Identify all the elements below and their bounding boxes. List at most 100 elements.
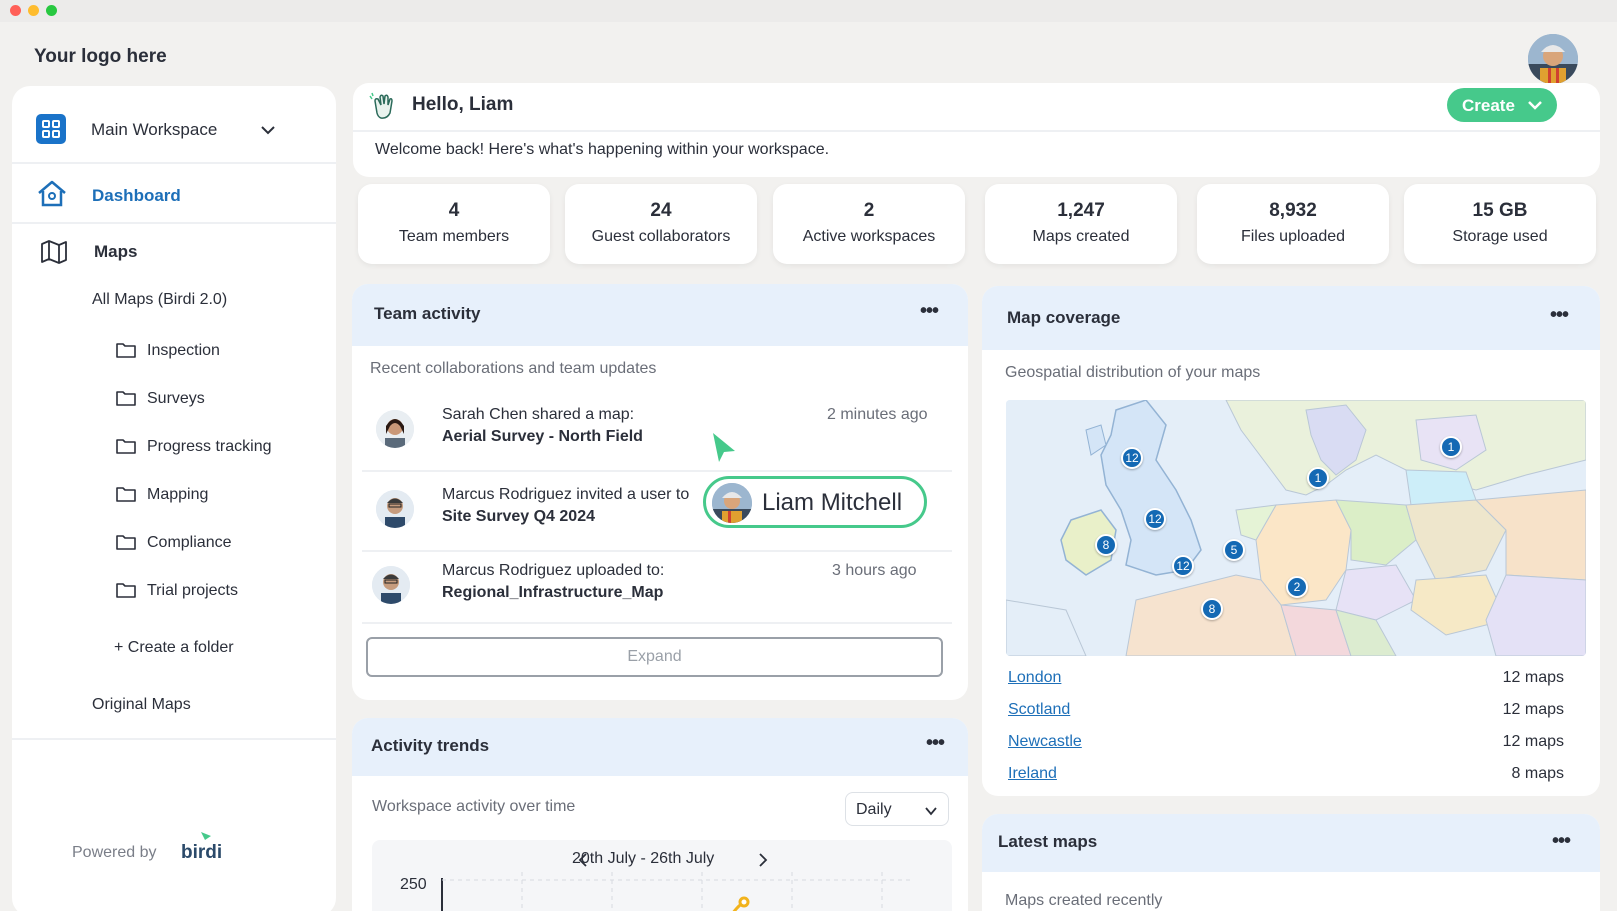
activity-target: Aerial Survey - North Field	[442, 428, 643, 445]
card-title: Map coverage	[1007, 308, 1121, 327]
map-pin[interactable]: 12	[1172, 555, 1194, 577]
activity-target: Site Survey Q4 2024	[442, 508, 595, 525]
location-link-scotland[interactable]: Scotland	[1008, 701, 1070, 719]
chevron-down-icon	[925, 807, 937, 816]
card-subtitle: Recent collaborations and team updates	[370, 360, 657, 377]
more-options-button[interactable]: •••	[1550, 304, 1569, 327]
card-header: Map coverage •••	[982, 286, 1600, 350]
folder-icon	[116, 581, 136, 599]
card-header: Team activity •••	[352, 284, 968, 346]
stat-label: Files uploaded	[1240, 228, 1346, 245]
stat-label: Storage used	[1452, 228, 1548, 245]
map-pin[interactable]: 5	[1223, 539, 1245, 561]
expand-button[interactable]: Expand	[366, 637, 943, 677]
sidebar-item-label: Maps	[94, 242, 138, 261]
map-pin[interactable]: 1	[1307, 467, 1329, 489]
location-count: 12 maps	[1502, 669, 1564, 686]
stat-active-workspaces: 2 Active workspaces	[773, 184, 965, 264]
sidebar-item-dashboard[interactable]: Dashboard	[12, 166, 336, 224]
stat-value: 2	[863, 200, 875, 221]
folder-trial-projects[interactable]: Trial projects	[116, 578, 316, 604]
map-pin[interactable]: 2	[1286, 576, 1308, 598]
location-link-newcastle[interactable]: Newcastle	[1008, 733, 1082, 751]
sidebar-item-maps[interactable]: Maps	[12, 228, 336, 278]
activity-item[interactable]: Sarah Chen shared a map: Aerial Survey -…	[362, 390, 945, 468]
chevron-down-icon	[1528, 101, 1542, 110]
workspace-selector[interactable]: Main Workspace	[12, 86, 336, 164]
home-icon	[36, 178, 68, 210]
map-pin[interactable]: 8	[1201, 598, 1223, 620]
stat-label: Active workspaces	[802, 228, 936, 245]
map-pin[interactable]: 12	[1121, 447, 1143, 469]
folder-icon	[116, 533, 136, 551]
stat-storage-used: 15 GB Storage used	[1404, 184, 1596, 264]
divider	[12, 738, 336, 740]
activity-text: Marcus Rodriguez invited a user to	[442, 486, 690, 503]
folder-icon	[116, 437, 136, 455]
logo: Your logo here	[34, 46, 167, 67]
card-title: Team activity	[374, 304, 481, 323]
create-folder-button[interactable]: + Create a folder	[114, 639, 234, 657]
stat-value: 24	[650, 200, 672, 221]
sidebar-item-original-maps[interactable]: Original Maps	[92, 696, 191, 714]
folder-surveys[interactable]: Surveys	[116, 386, 316, 412]
card-header: Activity trends •••	[352, 718, 968, 776]
activity-chart: 20th July - 26th July 250	[372, 840, 952, 911]
card-header: Latest maps •••	[982, 814, 1600, 872]
create-button[interactable]: Create	[1447, 88, 1557, 122]
folder-label: Inspection	[147, 342, 220, 359]
folder-inspection[interactable]: Inspection	[116, 338, 316, 364]
stat-value: 4	[448, 200, 460, 221]
avatar	[376, 490, 414, 528]
data-point	[738, 896, 750, 908]
greeting-title: Hello, Liam	[412, 94, 514, 115]
period-select[interactable]: Daily	[845, 792, 949, 826]
cursor-pointer-icon	[711, 431, 737, 465]
more-options-button[interactable]: •••	[926, 732, 945, 755]
folder-icon	[116, 389, 136, 407]
location-count: 8 maps	[1511, 765, 1564, 782]
card-subtitle: Geospatial distribution of your maps	[1005, 364, 1261, 381]
location-count: 12 maps	[1502, 701, 1564, 718]
more-options-button[interactable]: •••	[920, 300, 939, 323]
chevron-right-icon[interactable]	[759, 853, 768, 867]
more-options-button[interactable]: •••	[1552, 830, 1571, 853]
map-icon	[40, 238, 68, 266]
folder-compliance[interactable]: Compliance	[116, 530, 316, 556]
maximize-window-button[interactable]	[46, 5, 57, 16]
map-pin[interactable]: 1	[1440, 436, 1462, 458]
map-pin[interactable]: 8	[1095, 534, 1117, 556]
stat-value: 15 GB	[1472, 200, 1528, 221]
stat-value: 8,932	[1269, 200, 1317, 221]
stat-value: 1,247	[1057, 200, 1105, 221]
stat-guest-collaborators: 24 Guest collaborators	[565, 184, 757, 264]
map-pin[interactable]: 12	[1144, 508, 1166, 530]
waving-hand-icon	[369, 91, 399, 121]
stat-label: Team members	[398, 228, 510, 245]
folder-mapping[interactable]: Mapping	[116, 482, 316, 508]
card-title: Latest maps	[998, 832, 1098, 851]
activity-target: Regional_Infrastructure_Map	[442, 584, 664, 601]
minimize-window-button[interactable]	[28, 5, 39, 16]
sidebar-item-label: Dashboard	[92, 186, 181, 205]
location-link-ireland[interactable]: Ireland	[1008, 765, 1057, 783]
folder-label: Mapping	[147, 486, 209, 503]
avatar	[712, 483, 752, 523]
folder-icon	[116, 485, 136, 503]
activity-text: Marcus Rodriguez uploaded to:	[442, 562, 665, 579]
create-label: Create	[1462, 96, 1515, 115]
folder-icon	[116, 341, 136, 359]
user-avatar[interactable]	[1528, 34, 1578, 84]
folder-progress-tracking[interactable]: Progress tracking	[116, 434, 316, 460]
coverage-map[interactable]: 12 1 1 12 8 5 12 2 8	[1006, 400, 1586, 656]
close-window-button[interactable]	[10, 5, 21, 16]
greeting-card: Hello, Liam Create Welcome back! Here's …	[353, 83, 1600, 177]
avatar	[372, 566, 410, 604]
activity-item[interactable]: Marcus Rodriguez uploaded to: Regional_I…	[362, 546, 945, 624]
folder-label: Surveys	[147, 390, 205, 407]
sidebar-item-all-maps[interactable]: All Maps (Birdi 2.0)	[92, 291, 227, 309]
collaborator-cursor-tag: Liam Mitchell	[703, 476, 927, 528]
activity-trends-card: Activity trends ••• Workspace activity o…	[352, 718, 968, 911]
window-titlebar	[0, 0, 1617, 22]
location-link-london[interactable]: London	[1008, 669, 1061, 687]
